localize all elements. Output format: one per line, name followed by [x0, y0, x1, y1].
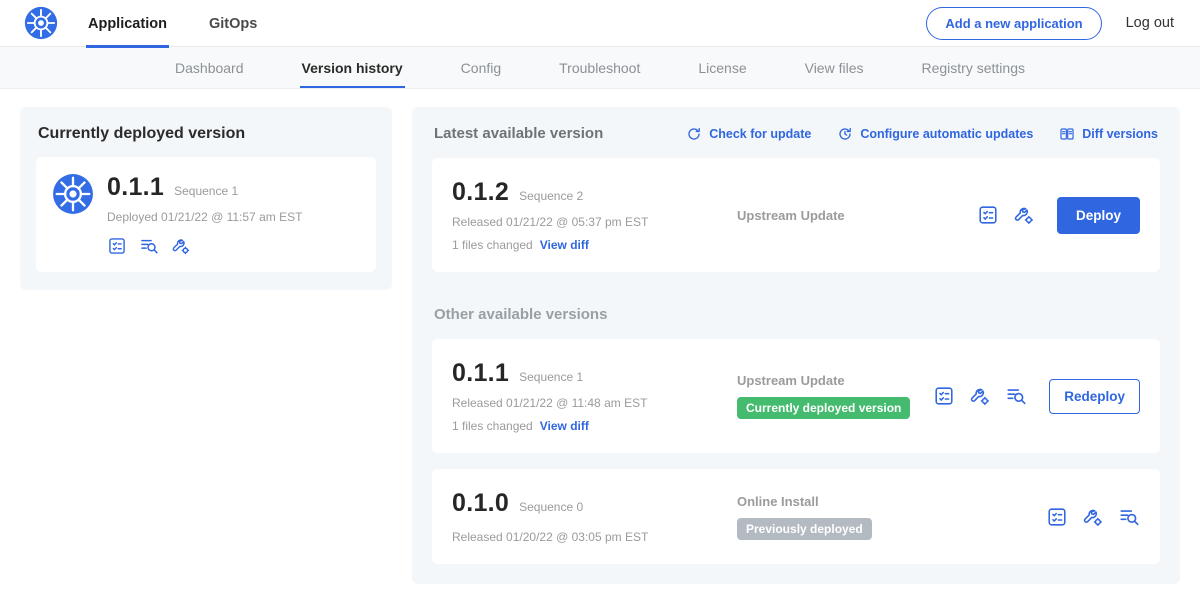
version-released: Released 01/21/22 @ 05:37 pm EST [452, 215, 737, 229]
clock-refresh-icon [837, 126, 853, 142]
currently-deployed-panel: Currently deployed version 0.1.1 Sequenc… [20, 107, 392, 290]
top-nav: Application GitOps [86, 0, 297, 47]
subnav-license[interactable]: License [698, 47, 746, 88]
version-source: Online Install [737, 494, 1036, 509]
refresh-icon [686, 126, 702, 142]
version-sequence: Sequence 0 [519, 500, 583, 514]
version-history-panel: Latest available version Check for updat… [412, 107, 1180, 584]
edit-config-icon[interactable] [1082, 506, 1104, 528]
version-number: 0.1.0 [452, 489, 509, 518]
subnav-registry-settings[interactable]: Registry settings [922, 47, 1025, 88]
version-sequence: Sequence 1 [519, 370, 583, 384]
edit-config-icon[interactable] [1013, 204, 1035, 226]
diff-icon [1059, 126, 1075, 142]
edit-config-icon[interactable] [969, 385, 991, 407]
version-source: Upstream Update [737, 373, 923, 388]
deployed-version-number: 0.1.1 [107, 173, 164, 202]
files-changed: 1 files changed [452, 238, 533, 252]
tab-gitops-label: GitOps [209, 16, 257, 32]
tab-gitops[interactable]: GitOps [207, 0, 259, 47]
main-content: Currently deployed version 0.1.1 Sequenc… [0, 89, 1200, 602]
diff-versions-label: Diff versions [1082, 127, 1158, 141]
view-files-icon[interactable] [139, 236, 159, 256]
kubernetes-logo-icon [24, 6, 58, 40]
version-card-0-1-0: 0.1.0 Sequence 0 Released 01/20/22 @ 03:… [432, 469, 1160, 564]
release-notes-icon[interactable] [977, 204, 999, 226]
release-notes-icon[interactable] [933, 385, 955, 407]
subnav-troubleshoot[interactable]: Troubleshoot [559, 47, 640, 88]
subnav-view-files[interactable]: View files [805, 47, 864, 88]
release-notes-icon[interactable] [1046, 506, 1068, 528]
add-application-button[interactable]: Add a new application [926, 7, 1101, 40]
tab-application-label: Application [88, 16, 167, 32]
configure-auto-updates-label: Configure automatic updates [860, 127, 1033, 141]
version-source: Upstream Update [737, 208, 967, 223]
top-header: Application GitOps Add a new application… [0, 0, 1200, 47]
view-files-icon[interactable] [1005, 385, 1027, 407]
subnav-version-history[interactable]: Version history [302, 47, 403, 88]
version-released: Released 01/21/22 @ 11:48 am EST [452, 396, 737, 410]
version-number: 0.1.1 [452, 359, 509, 388]
deployed-timestamp: Deployed 01/21/22 @ 11:57 am EST [107, 210, 302, 224]
currently-deployed-title: Currently deployed version [38, 125, 376, 143]
version-sequence: Sequence 2 [519, 189, 583, 203]
currently-deployed-badge: Currently deployed version [737, 397, 910, 419]
edit-config-icon[interactable] [171, 236, 191, 256]
version-card-0-1-1: 0.1.1 Sequence 1 Released 01/21/22 @ 11:… [432, 339, 1160, 453]
redeploy-button[interactable]: Redeploy [1049, 379, 1140, 414]
tab-application[interactable]: Application [86, 0, 169, 47]
version-released: Released 01/20/22 @ 03:05 pm EST [452, 530, 737, 544]
release-notes-icon[interactable] [107, 236, 127, 256]
subnav-dashboard[interactable]: Dashboard [175, 47, 244, 88]
other-versions-title: Other available versions [434, 306, 1158, 323]
subnav-config[interactable]: Config [461, 47, 501, 88]
configure-auto-updates-link[interactable]: Configure automatic updates [837, 126, 1033, 142]
app-subnav: Dashboard Version history Config Trouble… [0, 47, 1200, 89]
previously-deployed-badge: Previously deployed [737, 518, 872, 540]
check-for-update-label: Check for update [709, 127, 811, 141]
view-files-icon[interactable] [1118, 506, 1140, 528]
deploy-button[interactable]: Deploy [1057, 197, 1140, 234]
view-diff-link[interactable]: View diff [540, 238, 589, 252]
deployed-version-card: 0.1.1 Sequence 1 Deployed 01/21/22 @ 11:… [36, 157, 376, 272]
logout-link[interactable]: Log out [1126, 15, 1174, 31]
app-kubernetes-icon [52, 173, 94, 215]
deployed-sequence: Sequence 1 [174, 184, 238, 198]
version-card-latest: 0.1.2 Sequence 2 Released 01/21/22 @ 05:… [432, 158, 1160, 272]
check-for-update-link[interactable]: Check for update [686, 126, 811, 142]
files-changed: 1 files changed [452, 419, 533, 433]
version-number: 0.1.2 [452, 178, 509, 207]
view-diff-link[interactable]: View diff [540, 419, 589, 433]
latest-available-title: Latest available version [434, 125, 603, 142]
diff-versions-link[interactable]: Diff versions [1059, 126, 1158, 142]
